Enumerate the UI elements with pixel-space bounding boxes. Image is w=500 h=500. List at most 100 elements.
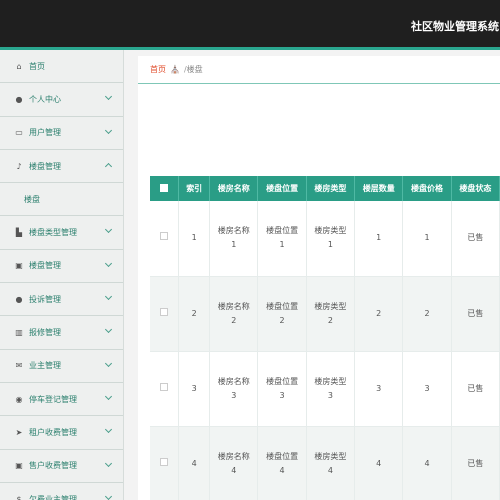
cell-type-num: 4	[327, 465, 333, 475]
app-title: 社区物业管理系统	[411, 20, 499, 33]
send-icon: ➤	[15, 427, 23, 437]
cell-type-num: 2	[327, 315, 333, 325]
cell-location: 楼盘位置	[266, 376, 299, 386]
cell-floors: 1	[376, 233, 382, 243]
cell-floors: 2	[376, 308, 382, 318]
cell-name-num: 2	[231, 315, 237, 325]
row-checkbox[interactable]	[160, 232, 169, 241]
user-icon: ●	[15, 94, 23, 104]
cell-location: 楼盘位置	[266, 226, 299, 236]
chevron-down-icon[interactable]	[104, 293, 113, 301]
breadcrumb: 首页 ⛪ / 楼盘	[138, 56, 500, 84]
row-checkbox[interactable]	[160, 457, 169, 466]
row-checkbox[interactable]	[160, 307, 169, 316]
chart-icon: ▥	[15, 328, 23, 338]
cell-location-num: 3	[279, 390, 285, 400]
cell-status: 已售	[467, 233, 484, 243]
table-row[interactable]: 2 楼房名称 2 楼盘位置 2 楼房类型 2 2 2 已售	[150, 276, 500, 352]
sidebar-item-label: 报修管理	[29, 328, 61, 338]
select-all-checkbox[interactable]	[160, 183, 169, 192]
cell-name: 楼房名称	[217, 226, 250, 236]
table-row[interactable]: 4 楼房名称 4 楼盘位置 4 楼房类型 4 4 4 已售	[150, 426, 500, 500]
cell-status: 已售	[467, 383, 484, 393]
table-row[interactable]: 3 楼房名称 3 楼盘位置 3 楼房类型 3 3 3 已售	[150, 351, 500, 427]
cell-price: 2	[424, 308, 430, 318]
top-header: 社区物业管理系统	[0, 0, 500, 50]
sidebar-item[interactable]: ▭ 用户管理	[0, 117, 123, 150]
cell-type: 楼房类型	[314, 226, 347, 236]
sidebar-item-label: 欠费业主管理	[29, 494, 77, 500]
cell-type-num: 1	[327, 240, 333, 250]
chevron-up-icon[interactable]	[104, 162, 113, 170]
cell-name-num: 1	[231, 240, 237, 250]
user-icon: ●	[15, 294, 23, 304]
column-header: 楼盘位置	[257, 176, 307, 201]
chevron-down-icon[interactable]	[104, 492, 113, 500]
chevron-down-icon[interactable]	[104, 359, 113, 367]
table-row[interactable]: 1 楼房名称 1 楼盘位置 1 楼房类型 1 1 1 已售	[150, 201, 500, 277]
cell-location: 楼盘位置	[266, 301, 299, 311]
cell-name: 楼房名称	[217, 301, 250, 311]
cell-price: 1	[424, 233, 430, 243]
cell-status: 已售	[467, 458, 484, 468]
column-header: 楼盘价格	[402, 176, 452, 201]
building-icon: ▙	[15, 228, 23, 238]
sidebar-item[interactable]: ▙ 楼盘类型管理	[0, 216, 123, 250]
chevron-down-icon[interactable]	[104, 226, 113, 234]
sidebar-item-label: 首页	[29, 61, 45, 71]
chevron-down-icon[interactable]	[104, 426, 113, 434]
breadcrumb-home-link[interactable]: 首页	[150, 64, 166, 75]
sidebar-item-label: 业主管理	[29, 361, 61, 371]
chevron-down-icon[interactable]	[104, 326, 113, 334]
sidebar-item-label: 售户收费管理	[29, 461, 77, 471]
cell-index: 2	[191, 308, 197, 318]
cell-name-num: 3	[231, 390, 237, 400]
column-header: 楼房类型	[306, 176, 356, 201]
column-header: 索引	[178, 176, 211, 201]
sidebar-subitem[interactable]: 楼盘	[0, 183, 123, 217]
home-icon: ⌂	[16, 61, 22, 71]
sidebar-item[interactable]: ⌂ 首页	[0, 50, 123, 84]
row-checkbox[interactable]	[160, 382, 169, 391]
cell-floors: 4	[376, 458, 382, 468]
cell-price: 3	[424, 383, 430, 393]
sidebar-item[interactable]: ▣ 楼盘管理	[0, 250, 123, 284]
cell-type: 楼房类型	[314, 451, 347, 461]
chevron-down-icon[interactable]	[104, 392, 113, 401]
cell-type-num: 3	[327, 390, 333, 400]
sidebar-item[interactable]: ▣ 售户收费管理	[0, 450, 123, 483]
sidebar-item[interactable]: ♪ 楼盘管理	[0, 150, 123, 184]
column-header: 楼层数量	[354, 176, 404, 201]
sidebar-item-label: 投诉管理	[29, 294, 61, 304]
sidebar: ⌂ 首页 ● 个人中心 ▭ 用户管理 ♪ 楼盘管理 楼盘 ▙ 楼盘类型管理 ▣ 楼盘管理 ● 投诉管理 ▥ 报修…	[0, 50, 124, 500]
select-all-column[interactable]	[150, 176, 180, 201]
clipboard-icon: ▣	[15, 261, 23, 271]
sidebar-item[interactable]: ✉ 业主管理	[0, 350, 123, 383]
microphone-icon: ♪	[16, 161, 22, 171]
chevron-down-icon[interactable]	[104, 93, 113, 101]
cell-index: 1	[191, 233, 197, 243]
sidebar-item[interactable]: ➤ 租户收费管理	[0, 416, 123, 450]
id-card-icon: ▭	[15, 128, 23, 138]
breadcrumb-current: 楼盘	[186, 65, 203, 74]
chevron-down-icon[interactable]	[104, 459, 113, 467]
sidebar-item-label: 个人中心	[29, 94, 61, 104]
chevron-down-icon[interactable]	[104, 259, 113, 267]
sidebar-item[interactable]: $ 欠费业主管理	[0, 483, 123, 500]
chevron-down-icon[interactable]	[104, 126, 113, 134]
sidebar-item[interactable]: ● 个人中心	[0, 83, 123, 117]
cell-type: 楼房类型	[314, 301, 347, 311]
money-icon: $	[16, 494, 22, 500]
sidebar-item-label: 租户收费管理	[29, 427, 77, 437]
table-header-row: 索引 楼房名称 楼盘位置 楼房类型 楼层数量 楼盘价格 楼盘状态	[150, 176, 500, 201]
cell-type: 楼房类型	[314, 376, 347, 386]
sidebar-item[interactable]: ● 投诉管理	[0, 283, 123, 317]
cell-floors: 3	[376, 383, 382, 393]
cell-index: 4	[191, 458, 197, 468]
cell-status: 已售	[467, 308, 484, 318]
clipboard-icon: ▣	[15, 461, 23, 471]
cell-name: 楼房名称	[217, 376, 250, 386]
sidebar-item[interactable]: ◉ 停车登记管理	[0, 383, 123, 417]
data-table: 索引 楼房名称 楼盘位置 楼房类型 楼层数量 楼盘价格 楼盘状态 1 楼房名称 1 楼…	[150, 176, 500, 500]
sidebar-item[interactable]: ▥ 报修管理	[0, 316, 123, 350]
